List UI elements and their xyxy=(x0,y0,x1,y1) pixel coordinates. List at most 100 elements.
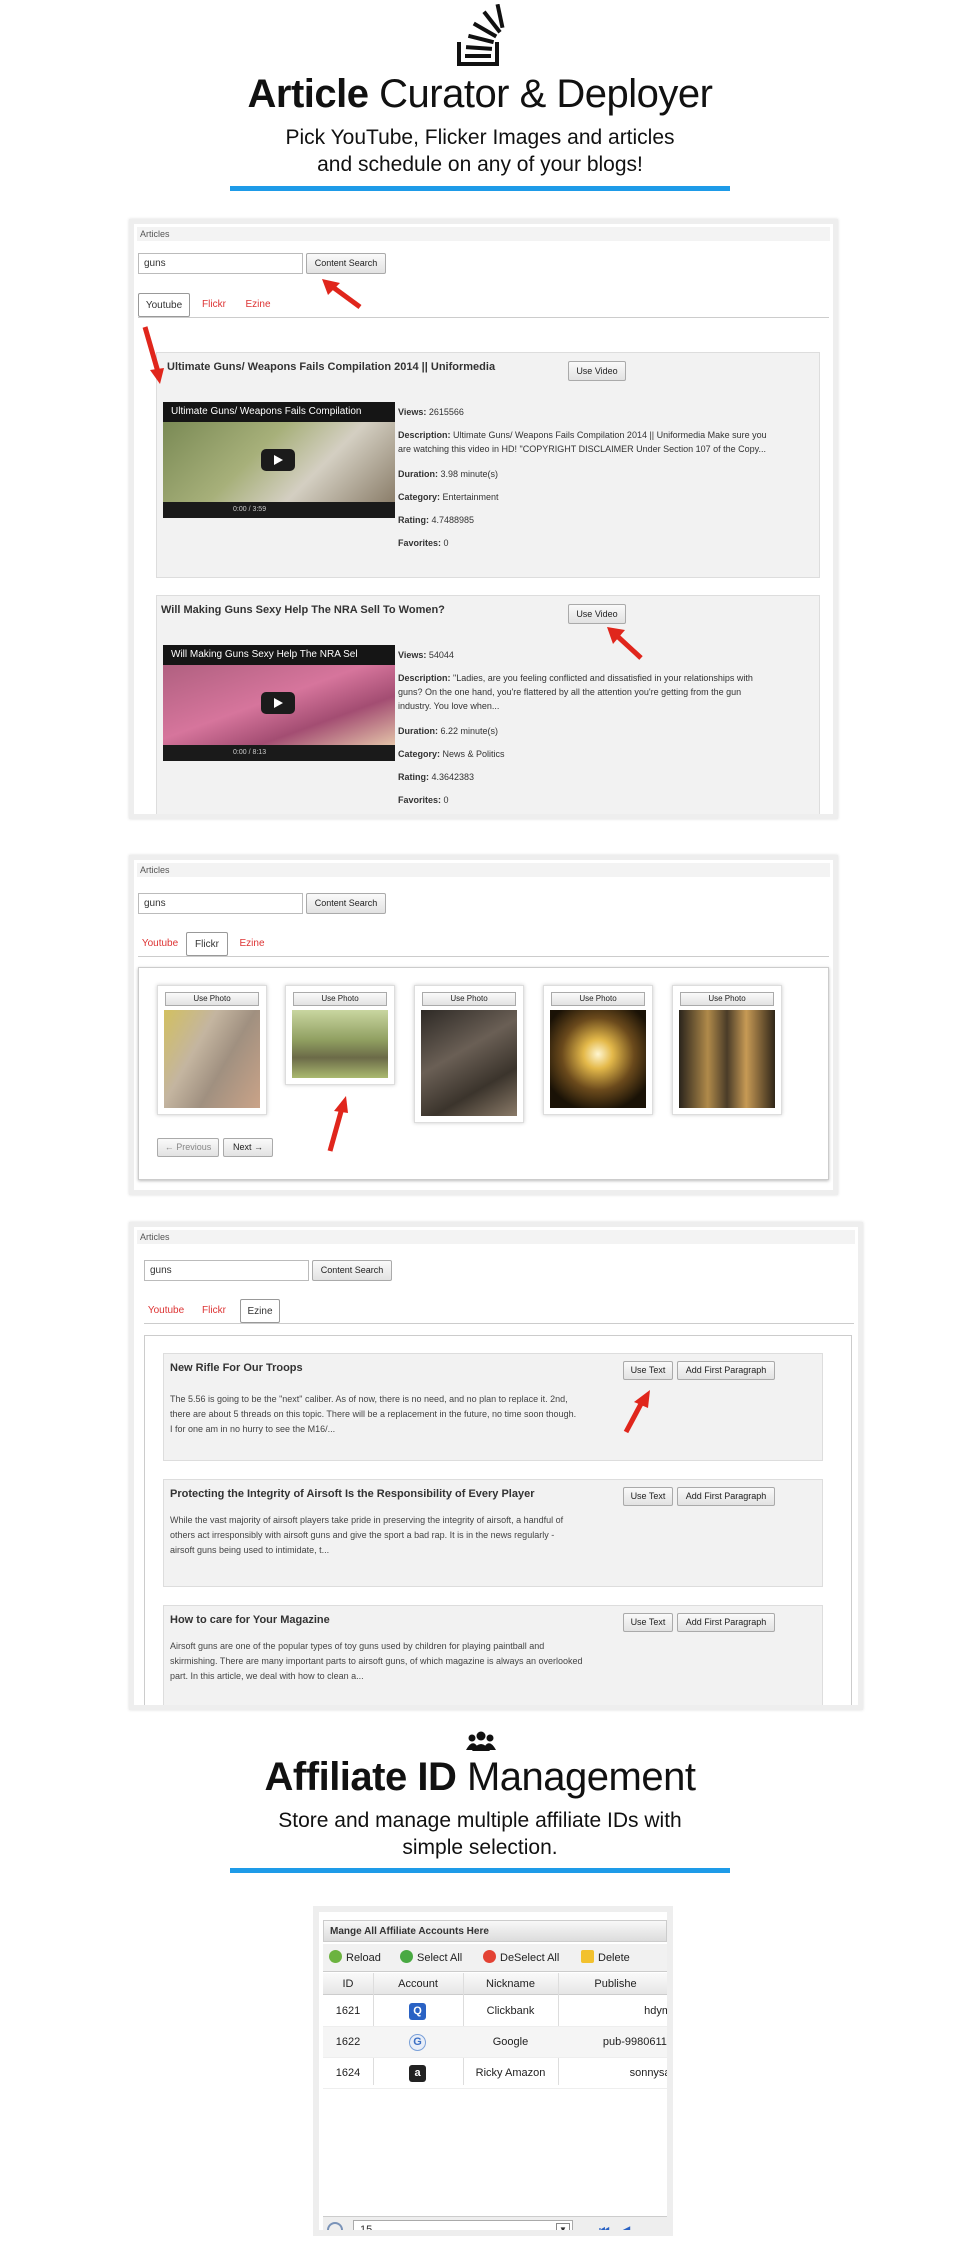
table-row[interactable]: 1621 Q Clickbank hdym xyxy=(323,1996,667,2027)
views: Views: 54044 xyxy=(398,648,454,662)
page-size-select[interactable]: 15 ▼ xyxy=(353,2220,573,2236)
title-light: Curator & Deployer xyxy=(379,72,713,116)
use-video-button[interactable]: Use Video xyxy=(568,361,626,381)
search-icon[interactable] xyxy=(327,2222,343,2230)
views-label: Views: xyxy=(398,650,427,660)
rating-label: Rating: xyxy=(398,515,429,525)
page-size-value: 15 xyxy=(360,2224,373,2236)
tab-ezine[interactable]: Ezine xyxy=(232,932,272,956)
play-icon[interactable] xyxy=(261,449,295,471)
search-input[interactable]: guns xyxy=(138,893,303,914)
duration-value: 6.22 minute(s) xyxy=(440,726,499,736)
use-video-button[interactable]: Use Video xyxy=(568,604,626,624)
cell-id: 1621 xyxy=(335,2005,361,2017)
tab-youtube[interactable]: Youtube xyxy=(138,293,190,317)
add-first-paragraph-button[interactable]: Add First Paragraph xyxy=(677,1613,775,1632)
select-all-button[interactable]: Select All xyxy=(400,1950,462,1966)
search-input[interactable]: guns xyxy=(138,253,303,274)
tab-youtube[interactable]: Youtube xyxy=(144,1299,188,1323)
reload-button[interactable]: Reload xyxy=(329,1950,381,1966)
deselect-all-button[interactable]: DeSelect All xyxy=(483,1950,559,1966)
delete-button[interactable]: Delete xyxy=(581,1950,630,1966)
table-row[interactable]: 1624 a Ricky Amazon sonnysal xyxy=(323,2058,667,2089)
video-title: Ultimate Guns/ Weapons Fails Compilation… xyxy=(167,361,496,373)
first-page-icon[interactable]: ⏮ xyxy=(599,2223,610,2230)
video-player[interactable]: Will Making Guns Sexy Help The NRA Sel 0… xyxy=(163,645,395,761)
content-search-button[interactable]: Content Search xyxy=(306,893,386,914)
title-bold: Affiliate ID xyxy=(264,1755,457,1799)
tab-divider xyxy=(138,317,829,318)
photo-image[interactable] xyxy=(550,1010,646,1108)
player-time: 0:00 / 3:59 xyxy=(233,506,267,513)
content-search-button[interactable]: Content Search xyxy=(306,253,386,274)
chevron-down-icon[interactable]: ▼ xyxy=(556,2223,570,2230)
content-search-button[interactable]: Content Search xyxy=(312,1260,392,1281)
previous-page-icon[interactable]: ◀ xyxy=(621,2223,630,2230)
use-photo-button[interactable]: Use Photo xyxy=(165,992,259,1006)
photo-image[interactable] xyxy=(421,1010,517,1116)
photo-image[interactable] xyxy=(679,1010,775,1108)
affiliate-grid: Mange All Affiliate Accounts Here Reload… xyxy=(313,1906,673,2236)
use-photo-button[interactable]: Use Photo xyxy=(680,992,774,1006)
use-text-button[interactable]: Use Text xyxy=(623,1613,673,1632)
column-nickname[interactable]: Nickname xyxy=(463,1973,558,1995)
search-input[interactable]: guns xyxy=(144,1260,309,1281)
previous-button[interactable]: ← Previous xyxy=(157,1138,219,1157)
reload-label: Reload xyxy=(346,1952,381,1964)
tab-flickr[interactable]: Flickr xyxy=(194,293,234,317)
column-publisher[interactable]: Publishe xyxy=(558,1973,667,1995)
play-icon[interactable] xyxy=(261,692,295,714)
tab-flickr[interactable]: Flickr xyxy=(194,1299,234,1323)
favorites: Favorites: 0 xyxy=(398,536,449,550)
duration: Duration: 6.22 minute(s) xyxy=(398,724,498,738)
description: Description: "Ladies, are you feeling co… xyxy=(398,671,808,713)
title-light: Management xyxy=(466,1755,696,1799)
red-arrow-icon xyxy=(142,326,164,384)
favorites-label: Favorites: xyxy=(398,795,442,805)
photo-image[interactable] xyxy=(164,1010,260,1108)
use-photo-button[interactable]: Use Photo xyxy=(551,992,645,1006)
category-value: Entertainment xyxy=(442,492,499,502)
photo-image[interactable] xyxy=(292,1010,388,1078)
add-first-paragraph-button[interactable]: Add First Paragraph xyxy=(677,1487,775,1506)
ezine-panel: Articles guns Content Search Youtube Fli… xyxy=(129,1222,863,1710)
views: Views: 2615566 xyxy=(398,405,464,419)
panel-header: Articles xyxy=(137,227,830,241)
article-text: The 5.56 is going to be the "next" calib… xyxy=(170,1392,576,1437)
column-account[interactable]: Account xyxy=(373,1973,463,1995)
table-row[interactable]: 1622 G Google pub-99806118 xyxy=(323,2027,667,2058)
rating-value: 4.7488985 xyxy=(431,515,475,525)
cell-publisher: hdym xyxy=(644,2005,671,2017)
flickr-panel: Articles guns Content Search Youtube Fli… xyxy=(129,855,838,1195)
video-player[interactable]: Ultimate Guns/ Weapons Fails Compilation… xyxy=(163,402,395,518)
tab-divider xyxy=(144,1323,854,1324)
category-value: News & Politics xyxy=(442,749,505,759)
red-arrow-icon xyxy=(607,627,643,660)
column-id[interactable]: ID xyxy=(323,1973,373,1995)
use-text-button[interactable]: Use Text xyxy=(623,1361,673,1380)
tab-ezine[interactable]: Ezine xyxy=(240,1299,280,1323)
tab-ezine[interactable]: Ezine xyxy=(238,293,278,317)
divider-line xyxy=(230,1868,730,1873)
player-title: Ultimate Guns/ Weapons Fails Compilation xyxy=(163,402,395,422)
warning-icon xyxy=(581,1950,594,1963)
use-text-button[interactable]: Use Text xyxy=(623,1487,673,1506)
stack-logo-icon xyxy=(457,4,505,66)
use-photo-button[interactable]: Use Photo xyxy=(293,992,387,1006)
article-title: New Rifle For Our Troops xyxy=(170,1362,303,1374)
photo-card: Use Photo xyxy=(285,985,395,1085)
use-photo-button[interactable]: Use Photo xyxy=(422,992,516,1006)
category: Category: News & Politics xyxy=(398,747,505,761)
article-line-1: The 5.56 is going to be the "next" calib… xyxy=(170,1394,568,1404)
subtitle-line-1: Pick YouTube, Flicker Images and article… xyxy=(285,126,675,149)
tab-flickr[interactable]: Flickr xyxy=(186,932,228,956)
photo-card: Use Photo xyxy=(543,985,653,1115)
add-first-paragraph-button[interactable]: Add First Paragraph xyxy=(677,1361,775,1380)
next-button[interactable]: Next → xyxy=(223,1138,273,1157)
cell-id: 1624 xyxy=(335,2067,361,2079)
article-card: New Rifle For Our Troops Use Text Add Fi… xyxy=(163,1353,823,1461)
plus-icon xyxy=(400,1950,413,1963)
tab-youtube[interactable]: Youtube xyxy=(138,932,182,956)
youtube-panel: Articles guns Content Search Youtube Fli… xyxy=(129,219,838,819)
ezine-results: New Rifle For Our Troops Use Text Add Fi… xyxy=(144,1335,852,1705)
